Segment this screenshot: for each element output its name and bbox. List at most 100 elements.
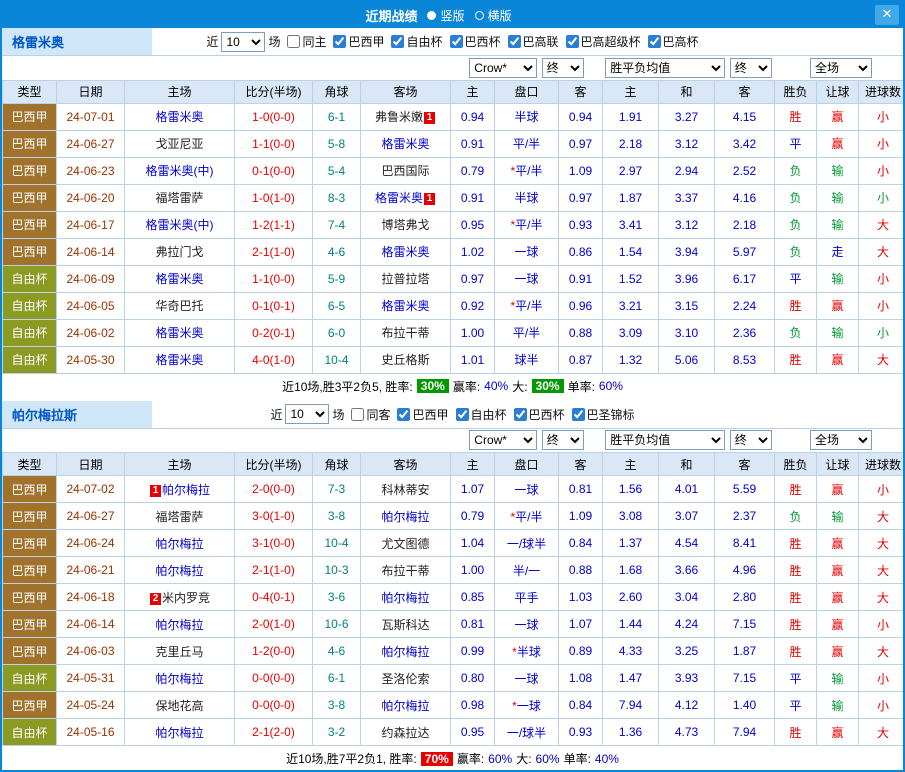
same-venue-option[interactable]: 同客 bbox=[351, 406, 390, 423]
goals-result: 小 bbox=[859, 184, 905, 211]
score: 2-0(0-0) bbox=[235, 476, 313, 503]
goals-result: 小 bbox=[859, 103, 905, 130]
avg-odds-home: 7.94 bbox=[603, 692, 659, 719]
final-odds-select[interactable]: 终 bbox=[542, 430, 584, 450]
odds-controls-row: Crow* 终 胜平负均值 终 全场 bbox=[3, 429, 905, 453]
league-filter-checkbox[interactable] bbox=[456, 408, 469, 421]
final-avg-select[interactable]: 终 bbox=[730, 58, 772, 78]
league-filter-option[interactable]: 巴西甲 bbox=[397, 406, 448, 423]
score: 1-1(0-0) bbox=[235, 130, 313, 157]
match-row: 自由杯24-05-16帕尔梅拉2-1(2-0)3-2约森拉达0.95一/球半0.… bbox=[3, 719, 905, 746]
col-header: 主场 bbox=[125, 453, 235, 476]
league-filter-label: 巴西杯 bbox=[529, 406, 565, 423]
handicap-line: 一球 bbox=[495, 476, 559, 503]
home-team: 帕尔梅拉 bbox=[125, 611, 235, 638]
handicap-line: *一球 bbox=[495, 692, 559, 719]
league-filter-checkbox[interactable] bbox=[391, 35, 404, 48]
handicap-odds-home: 1.07 bbox=[451, 476, 495, 503]
handicap-result: 赢 bbox=[817, 719, 859, 746]
league-filter-checkbox[interactable] bbox=[648, 35, 661, 48]
handicap-line: 一/球半 bbox=[495, 530, 559, 557]
league-filter-option[interactable]: 巴西甲 bbox=[333, 33, 384, 50]
league-filter-checkbox[interactable] bbox=[514, 408, 527, 421]
same-venue-checkbox[interactable] bbox=[287, 35, 300, 48]
match-row: 巴西甲24-07-021帕尔梅拉2-0(0-0)7-3科林蒂安1.07一球0.8… bbox=[3, 476, 905, 503]
avg-odds-select[interactable]: 胜平负均值 bbox=[605, 430, 725, 450]
scope-select[interactable]: 全场 bbox=[810, 430, 872, 450]
match-row: 巴西甲24-06-24帕尔梅拉3-1(0-0)10-4尤文图德1.04一/球半0… bbox=[3, 530, 905, 557]
league-filter-label: 自由杯 bbox=[406, 33, 442, 50]
recent-count-select[interactable]: 10 bbox=[221, 32, 265, 52]
final-avg-select[interactable]: 终 bbox=[730, 430, 772, 450]
score: 0-0(0-0) bbox=[235, 665, 313, 692]
team-name: 格雷米奥 bbox=[381, 299, 429, 313]
score: 0-1(0-1) bbox=[235, 292, 313, 319]
handicap-result: 赢 bbox=[817, 584, 859, 611]
goals-result: 小 bbox=[859, 665, 905, 692]
handicap-line: 半球 bbox=[495, 184, 559, 211]
league-filter-checkbox[interactable] bbox=[566, 35, 579, 48]
close-button[interactable]: ✕ bbox=[875, 5, 899, 25]
league-filter-option[interactable]: 巴高超级杯 bbox=[566, 33, 641, 50]
same-venue-option[interactable]: 同主 bbox=[287, 33, 326, 50]
summary-text: 赢率: bbox=[457, 750, 484, 767]
league-filter-option[interactable]: 巴西杯 bbox=[514, 406, 565, 423]
league-filter-checkbox[interactable] bbox=[333, 35, 346, 48]
team-name: 约森拉达 bbox=[381, 726, 429, 740]
league-filter-option[interactable]: 巴高联 bbox=[508, 33, 559, 50]
league-filter-option[interactable]: 自由杯 bbox=[391, 33, 442, 50]
recent-count-select[interactable]: 10 bbox=[285, 404, 329, 424]
bookmaker-select[interactable]: Crow* bbox=[469, 430, 537, 450]
avg-odds-select[interactable]: 胜平负均值 bbox=[605, 58, 725, 78]
team-name: 帕尔梅拉 bbox=[155, 672, 203, 686]
score: 0-2(0-1) bbox=[235, 319, 313, 346]
same-venue-checkbox[interactable] bbox=[351, 408, 364, 421]
match-row: 巴西甲24-06-03克里丘马1-2(0-0)4-6帕尔梅拉0.99*半球0.8… bbox=[3, 638, 905, 665]
avg-odds-draw: 3.94 bbox=[659, 238, 715, 265]
final-odds-select[interactable]: 终 bbox=[542, 58, 584, 78]
league-filter-option[interactable]: 巴高杯 bbox=[648, 33, 699, 50]
league-type: 巴西甲 bbox=[3, 503, 57, 530]
bookmaker-select[interactable]: Crow* bbox=[469, 58, 537, 78]
league-filter-checkbox[interactable] bbox=[450, 35, 463, 48]
match-row: 巴西甲24-06-14帕尔梅拉2-0(1-0)10-6瓦斯科达0.81一球1.0… bbox=[3, 611, 905, 638]
games-label: 场 bbox=[268, 33, 280, 50]
league-type: 巴西甲 bbox=[3, 611, 57, 638]
goals-result: 大 bbox=[859, 530, 905, 557]
home-team: 保地花高 bbox=[125, 692, 235, 719]
result: 胜 bbox=[775, 103, 817, 130]
result: 平 bbox=[775, 130, 817, 157]
match-date: 24-06-27 bbox=[57, 503, 125, 530]
league-filter-option[interactable]: 巴圣锦标 bbox=[572, 406, 635, 423]
handicap-odds-away: 1.03 bbox=[559, 584, 603, 611]
league-filter-option[interactable]: 巴西杯 bbox=[450, 33, 501, 50]
handicap-odds-away: 0.84 bbox=[559, 692, 603, 719]
handicap-star: * bbox=[510, 164, 515, 178]
handicap-line: 平手 bbox=[495, 584, 559, 611]
team-name: 戈亚尼亚 bbox=[155, 137, 203, 151]
league-type: 巴西甲 bbox=[3, 692, 57, 719]
league-filter-checkbox[interactable] bbox=[508, 35, 521, 48]
layout-radio-vertical[interactable]: 竖版 bbox=[427, 7, 464, 24]
avg-odds-home: 2.60 bbox=[603, 584, 659, 611]
league-filter-checkbox[interactable] bbox=[572, 408, 585, 421]
handicap-odds-home: 0.99 bbox=[451, 638, 495, 665]
league-filter-checkbox[interactable] bbox=[397, 408, 410, 421]
team-title: 格雷米奥 bbox=[2, 28, 152, 55]
col-header: 客场 bbox=[361, 80, 451, 103]
col-header: 比分(半场) bbox=[235, 453, 313, 476]
match-date: 24-06-02 bbox=[57, 319, 125, 346]
team-name: 华奇巴托 bbox=[155, 299, 203, 313]
team-name: 格雷米奥 bbox=[381, 137, 429, 151]
league-filter-label: 巴高超级杯 bbox=[581, 33, 641, 50]
match-date: 24-06-24 bbox=[57, 530, 125, 557]
match-date: 24-06-23 bbox=[57, 157, 125, 184]
handicap-odds-away: 0.94 bbox=[559, 103, 603, 130]
scope-select[interactable]: 全场 bbox=[810, 58, 872, 78]
avg-odds-home: 1.36 bbox=[603, 719, 659, 746]
league-filter-option[interactable]: 自由杯 bbox=[456, 406, 507, 423]
home-team: 1帕尔梅拉 bbox=[125, 476, 235, 503]
col-header: 让球 bbox=[817, 453, 859, 476]
layout-radio-horizontal[interactable]: 横版 bbox=[475, 7, 512, 24]
handicap-odds-home: 0.79 bbox=[451, 503, 495, 530]
